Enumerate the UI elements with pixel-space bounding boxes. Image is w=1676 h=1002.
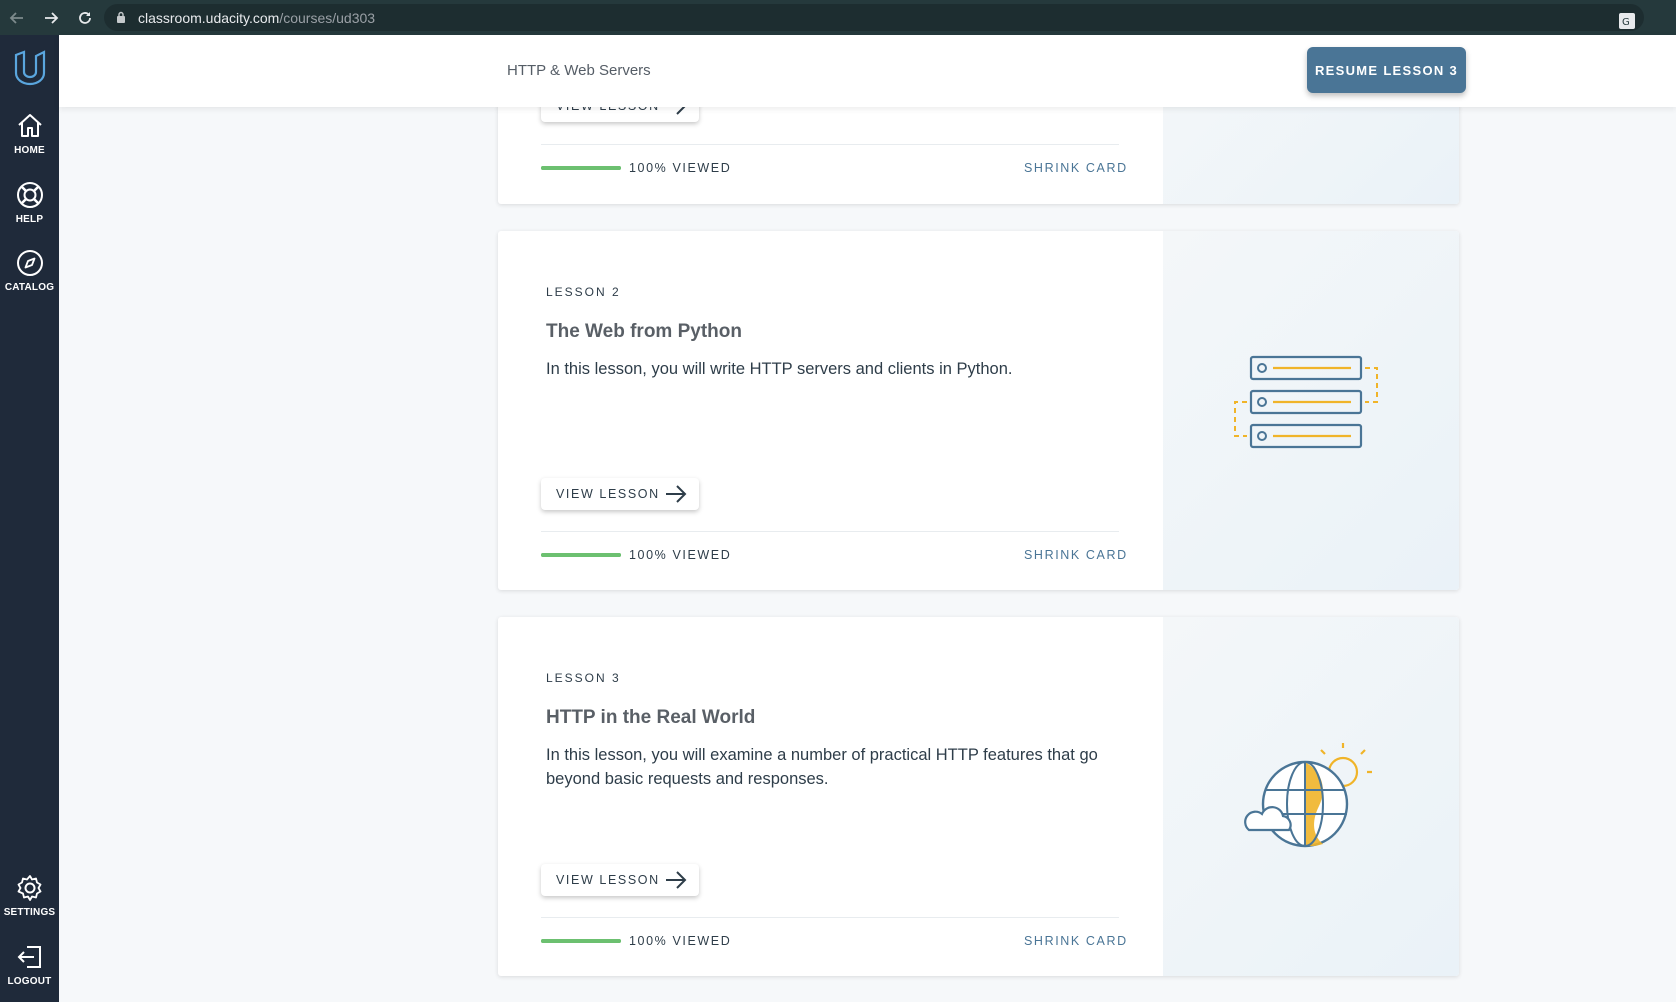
forward-arrow-icon (45, 11, 59, 24)
progress-fill (541, 553, 621, 557)
shrink-card-link[interactable]: SHRINK CARD (1024, 548, 1128, 562)
svg-text:G: G (1622, 17, 1630, 28)
progress-fill (541, 939, 621, 943)
sidebar-item-settings[interactable]: SETTINGS (0, 873, 59, 918)
server-stack-icon (1234, 355, 1378, 449)
reload-icon (79, 11, 91, 24)
lesson-description: In this lesson, you will write HTTP serv… (546, 360, 1013, 378)
lock-icon (114, 10, 128, 26)
reload-button[interactable] (68, 0, 102, 35)
card-divider (541, 917, 1119, 918)
lesson-title: The Web from Python (546, 321, 742, 342)
sidebar-item-label: HELP (15, 214, 44, 225)
url-path: /courses/ud303 (279, 9, 376, 26)
url-text: classroom.udacity.com/courses/ud303 (138, 10, 375, 26)
compass-icon (16, 250, 43, 276)
viewed-label: 100% VIEWED (629, 934, 732, 948)
url-host: classroom.udacity.com (138, 9, 280, 26)
arrow-right-icon (666, 485, 687, 503)
sidebar-item-label: HOME (14, 145, 45, 156)
lesson-number: LESSON 3 (546, 671, 621, 685)
progress-bar (541, 553, 621, 557)
view-lesson-label: VIEW LESSON (556, 487, 660, 501)
sidebar-item-label: LOGOUT (7, 976, 52, 987)
sidebar-item-help[interactable]: HELP (0, 180, 59, 225)
home-icon (17, 114, 42, 137)
translate-icon[interactable]: G (1618, 12, 1636, 30)
lesson-art-panel (1163, 231, 1459, 590)
viewed-label: 100% VIEWED (629, 548, 732, 562)
lesson-card-3: LESSON 3 HTTP in the Real World In this … (498, 617, 1459, 976)
address-bar[interactable]: classroom.udacity.com/courses/ud303 G (104, 4, 1644, 31)
shrink-card-link[interactable]: SHRINK CARD (1024, 161, 1128, 175)
view-lesson-button[interactable]: VIEW LESSON (541, 478, 699, 510)
udacity-logo-icon[interactable] (12, 49, 48, 89)
progress-bar (541, 166, 621, 170)
course-header: HTTP & Web Servers RESUME LESSON 3 (59, 35, 1676, 107)
sidebar-item-label: CATALOG (4, 282, 55, 293)
view-lesson-label: VIEW LESSON (556, 873, 660, 887)
sidebar-item-home[interactable]: HOME (0, 111, 59, 156)
back-arrow-icon (9, 11, 23, 24)
view-lesson-button[interactable]: VIEW LESSON (541, 864, 699, 896)
lesson-card-2: LESSON 2 The Web from Python In this les… (498, 231, 1459, 590)
back-button[interactable] (0, 0, 34, 35)
lesson-title: HTTP in the Real World (546, 707, 756, 728)
course-title: HTTP & Web Servers (507, 62, 651, 79)
progress-bar (541, 939, 621, 943)
sidebar: HOME HELP CATALOG SETTINGS LOGOUT (0, 35, 59, 1002)
browser-toolbar: classroom.udacity.com/courses/ud303 G (0, 0, 1676, 35)
sidebar-item-logout[interactable]: LOGOUT (0, 942, 59, 987)
card-divider (541, 531, 1119, 532)
gear-icon (17, 875, 41, 901)
lifebuoy-icon (16, 182, 43, 208)
globe-sun-icon (1244, 743, 1372, 848)
resume-lesson-button[interactable]: RESUME LESSON 3 (1307, 47, 1466, 93)
forward-button[interactable] (34, 0, 68, 35)
logout-icon (17, 946, 41, 968)
shrink-card-link[interactable]: SHRINK CARD (1024, 934, 1128, 948)
viewed-label: 100% VIEWED (629, 161, 732, 175)
lesson-description: In this lesson, you will examine a numbe… (546, 746, 1098, 788)
sidebar-item-label: SETTINGS (3, 907, 56, 918)
card-divider (541, 144, 1119, 145)
sidebar-item-catalog[interactable]: CATALOG (0, 248, 59, 293)
lesson-art-panel (1163, 617, 1459, 976)
arrow-right-icon (666, 871, 687, 889)
progress-fill (541, 166, 621, 170)
lesson-number: LESSON 2 (546, 285, 621, 299)
